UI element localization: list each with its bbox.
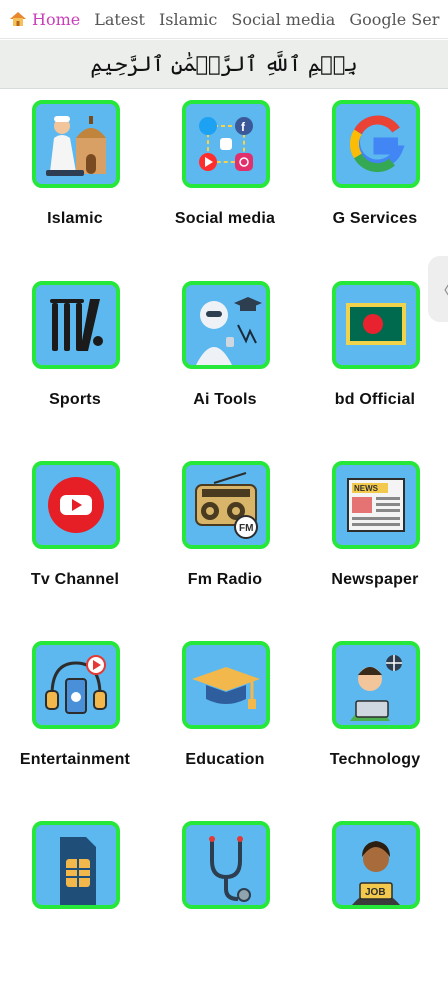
bismillah-text: بِسۡمِ ٱللَّهِ ٱلرَّحۡمَٰنِ ٱلرَّحِيمِ — [90, 52, 358, 76]
svg-text:NEWS: NEWS — [354, 484, 379, 493]
category-entertainment[interactable]: Entertainment — [0, 629, 150, 809]
tile — [332, 281, 420, 369]
tab-home[interactable]: Home — [8, 9, 80, 29]
job-person-icon: JOB — [352, 841, 400, 905]
category-label: Social media — [174, 210, 276, 227]
praying-man-mosque-icon — [46, 116, 106, 176]
tab-label: Google Ser — [349, 9, 440, 29]
newspaper-icon: NEWS — [347, 478, 405, 532]
category-bd-official[interactable]: bd Official — [300, 269, 448, 449]
tab-social-media[interactable]: Social media — [231, 10, 335, 29]
tile — [182, 821, 270, 909]
youtube-play-icon — [48, 477, 104, 533]
category-fm-radio[interactable]: FM Fm Radio — [150, 449, 300, 629]
house-icon — [10, 12, 26, 26]
category-ai-tools[interactable]: Ai Tools — [150, 269, 300, 449]
sim-card-icon — [60, 837, 96, 905]
tile — [332, 641, 420, 729]
category-label: Sports — [49, 391, 101, 408]
tab-label: Social media — [231, 9, 336, 29]
category-label: Ai Tools — [193, 391, 257, 408]
tile — [32, 821, 120, 909]
social-media-apps-icon: f — [199, 117, 253, 171]
bangladesh-flag-icon — [346, 303, 406, 345]
headphones-phone-icon — [45, 655, 107, 714]
category-g-services[interactable]: G Services — [300, 88, 448, 268]
category-label: Newspaper — [331, 571, 419, 588]
category-label: Technology — [329, 751, 421, 768]
category-job[interactable]: JOB — [300, 809, 448, 989]
tile — [32, 641, 120, 729]
tile — [332, 100, 420, 188]
tab-islamic[interactable]: Islamic — [159, 10, 217, 29]
robot-graduate-icon — [196, 297, 262, 365]
category-sports[interactable]: Sports — [0, 269, 150, 449]
tab-latest[interactable]: Latest — [94, 10, 145, 29]
tile — [182, 641, 270, 729]
category-label: Tv Channel — [30, 571, 120, 588]
category-label: Fm Radio — [187, 571, 263, 588]
category-tab-bar: Home Latest Islamic Social media Google … — [0, 0, 448, 39]
svg-text:FM: FM — [239, 523, 253, 534]
category-label: Entertainment — [19, 751, 131, 768]
radio-icon: FM — [195, 472, 258, 539]
tile: FM — [182, 461, 270, 549]
category-education[interactable]: Education — [150, 629, 300, 809]
chevron-left-icon: 〈 — [435, 277, 448, 301]
tile: JOB — [332, 821, 420, 909]
category-tv-channel[interactable]: Tv Channel — [0, 449, 150, 629]
category-islamic[interactable]: Islamic — [0, 88, 150, 268]
category-label: G Services — [332, 210, 418, 227]
tile — [32, 100, 120, 188]
category-label: Education — [185, 751, 265, 768]
tab-label: Islamic — [158, 9, 218, 29]
stethoscope-icon — [209, 836, 251, 902]
tile: NEWS — [332, 461, 420, 549]
person-laptop-icon — [350, 655, 402, 721]
tab-label: Home — [32, 9, 81, 29]
category-label: Islamic — [47, 210, 103, 227]
category-grid: Islamic f Social media G Services Sports… — [0, 88, 448, 909]
google-g-icon — [350, 115, 405, 173]
category-social-media[interactable]: f Social media — [150, 88, 300, 268]
side-drawer-handle[interactable]: 〈 — [428, 256, 448, 322]
bismillah-banner: بِسۡمِ ٱللَّهِ ٱلرَّحۡمَٰنِ ٱلرَّحِيمِ — [0, 40, 448, 89]
tile: f — [182, 100, 270, 188]
tile — [32, 461, 120, 549]
tab-google-services[interactable]: Google Ser — [349, 10, 439, 29]
category-label: bd Official — [334, 391, 416, 408]
svg-text:JOB: JOB — [365, 887, 386, 898]
graduation-cap-icon — [192, 667, 260, 709]
tile — [182, 281, 270, 369]
tile — [32, 281, 120, 369]
category-health[interactable] — [150, 809, 300, 989]
cricket-stumps-icon — [50, 299, 103, 351]
category-technology[interactable]: Technology — [300, 629, 448, 809]
category-newspaper[interactable]: NEWS Newspaper — [300, 449, 448, 629]
tab-label: Latest — [94, 9, 145, 29]
category-sim[interactable] — [0, 809, 150, 989]
